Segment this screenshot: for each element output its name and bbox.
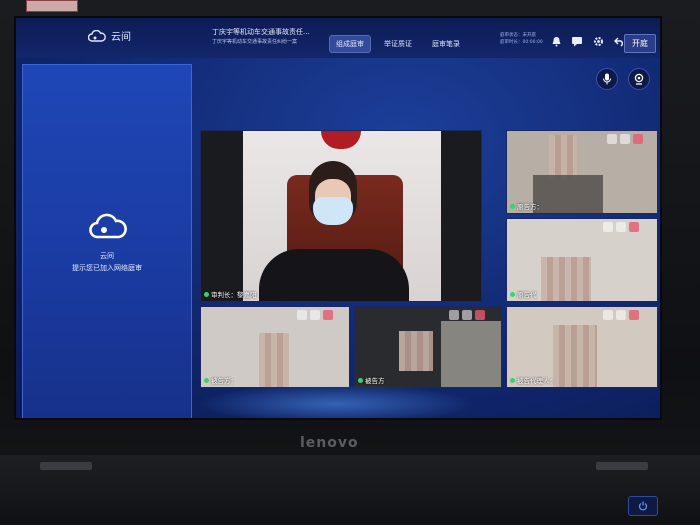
tab-transcript[interactable]: 庭审笔录: [426, 36, 466, 52]
vehicle-interior: [441, 321, 501, 387]
power-button[interactable]: [628, 496, 658, 516]
blurred-face: [399, 331, 433, 371]
video-tile-defendant-agent[interactable]: 被告代理人：: [506, 306, 658, 388]
side-panel: 云间 提示您已加入网络庭审: [22, 64, 192, 418]
user-icon[interactable]: [323, 310, 333, 320]
screen: 云间 丁庆宇等机动车交通事故责任... 丁庆宇等机动车交通事故责任纠纷一案 组成…: [14, 16, 662, 420]
tile-controls: [603, 310, 639, 320]
mic-icon[interactable]: [607, 134, 617, 144]
blurred-face: [553, 325, 597, 387]
face-mask: [313, 197, 353, 225]
video-tile-presiding-judge[interactable]: 审判长：黎嘉阳: [200, 130, 482, 302]
camera-icon[interactable]: [462, 310, 472, 320]
tile-label-text: 被告代理人：: [517, 377, 556, 385]
bell-icon[interactable]: [550, 35, 562, 47]
user-icon[interactable]: [475, 310, 485, 320]
judge-robe: [259, 249, 409, 301]
hinge-left: [40, 462, 92, 470]
mic-icon[interactable]: [297, 310, 307, 320]
video-tile-defendant-2[interactable]: 被告方: [354, 306, 502, 388]
camera-icon[interactable]: [310, 310, 320, 320]
tile-label: 原告方：: [510, 201, 543, 211]
tile-controls: [607, 134, 643, 144]
app-logo: 云间: [88, 28, 131, 43]
laptop-frame: 云间 丁庆宇等机动车交通事故责任... 丁庆宇等机动车交通事故责任纠纷一案 组成…: [0, 0, 700, 525]
settings-icon[interactable]: [592, 35, 604, 47]
camera-icon: [634, 73, 644, 85]
tile-controls: [603, 222, 639, 232]
user-icon[interactable]: [633, 134, 643, 144]
cloud-icon: [89, 213, 127, 239]
footer-glow: [196, 384, 476, 418]
trial-duration: 庭审时长：00:00:00: [500, 40, 543, 45]
mic-icon[interactable]: [603, 310, 613, 320]
keyboard-deck: [0, 455, 700, 525]
microphone-button[interactable]: [596, 68, 618, 90]
message-icon[interactable]: [571, 35, 583, 47]
join-notice: 提示您已加入网络庭审: [72, 264, 142, 272]
video-tile-plaintiff-agent[interactable]: 原告代: [506, 218, 658, 302]
user-icon[interactable]: [629, 222, 639, 232]
video-tile-plaintiff[interactable]: 原告方：: [506, 130, 658, 214]
app-name: 云间: [111, 32, 131, 43]
media-controls: [596, 68, 650, 90]
status-dot: [510, 203, 515, 209]
tile-label-text: 审判长：黎嘉阳: [211, 291, 257, 299]
mic-icon[interactable]: [603, 222, 613, 232]
tab-evidence[interactable]: 举证质证: [378, 36, 418, 52]
tile-label-text: 原告方：: [517, 203, 543, 211]
open-court-button[interactable]: 开庭: [624, 34, 656, 53]
hinge-right: [596, 462, 648, 470]
tile-controls: [297, 310, 333, 320]
tile-label-text: 原告代: [517, 291, 537, 299]
camera-icon[interactable]: [616, 310, 626, 320]
status-dot: [510, 377, 515, 383]
case-subtitle: 丁庆宇等机动车交通事故责任纠纷一案: [212, 39, 298, 45]
tile-controls: [449, 310, 485, 320]
camera-icon[interactable]: [616, 222, 626, 232]
bezel-sticker: [26, 0, 78, 12]
tile-label: 审判长：黎嘉阳: [204, 289, 257, 299]
side-app-name: 云间: [100, 252, 114, 260]
power-icon: [638, 501, 648, 511]
side-cloud-logo: [89, 213, 127, 243]
toolbar: [550, 35, 625, 47]
trial-status: 庭审状态：未开庭: [500, 33, 536, 38]
camera-button[interactable]: [628, 68, 650, 90]
bezel-brand-logo: lenovo: [300, 435, 359, 451]
user-icon[interactable]: [629, 310, 639, 320]
status-dot: [358, 377, 363, 383]
case-title[interactable]: 丁庆宇等机动车交通事故责任... 丁庆宇等机动车交通事故责任纠纷一案: [212, 27, 332, 47]
microphone-icon: [603, 73, 611, 85]
tile-label: 被告方：: [204, 375, 237, 385]
cloud-icon: [88, 29, 106, 42]
trial-info: 庭审状态：未开庭 庭审时长：00:00:00: [500, 32, 543, 46]
video-tile-defendant[interactable]: 被告方：: [200, 306, 350, 388]
mic-icon[interactable]: [449, 310, 459, 320]
blurred-face: [259, 333, 289, 387]
tile-label-text: 被告方: [365, 377, 385, 385]
case-title-text: 丁庆宇等机动车交通事故责任...: [212, 28, 310, 36]
blurred-body: [533, 175, 603, 213]
status-dot: [204, 377, 209, 383]
blurred-face: [541, 257, 591, 301]
tile-label: 被告代理人：: [510, 375, 556, 385]
status-dot: [510, 291, 515, 297]
tile-label-text: 被告方：: [211, 377, 237, 385]
tab-bar: 组成庭审 举证质证 庭审笔录: [330, 36, 466, 52]
tab-compose-court[interactable]: 组成庭审: [330, 36, 370, 52]
blurred-face: [549, 135, 577, 179]
camera-icon[interactable]: [620, 134, 630, 144]
status-dot: [204, 291, 209, 297]
tile-label: 原告代: [510, 289, 537, 299]
